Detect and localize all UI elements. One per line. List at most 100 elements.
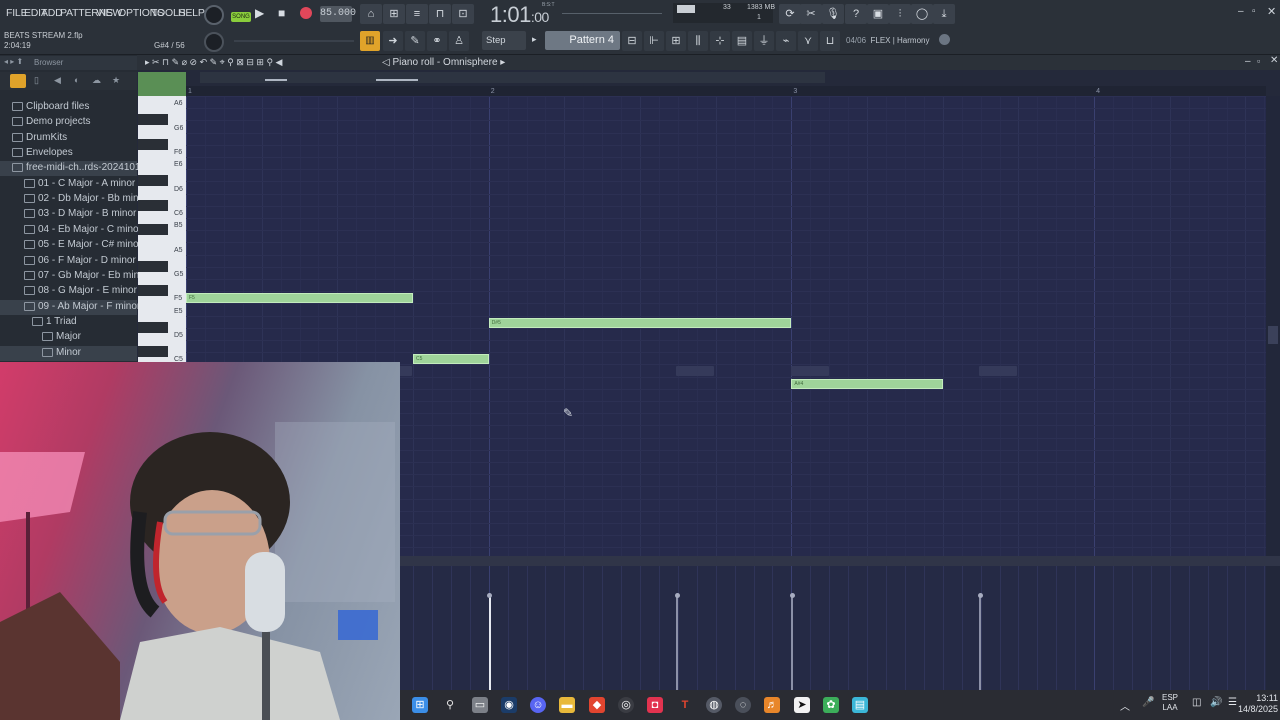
browser-star-icon[interactable]: ★ [112,75,120,86]
countdown-icon[interactable]: ≡ [406,4,428,24]
bird-icon[interactable]: ⋎ [798,31,818,51]
browser-item[interactable]: 04 - Eb Major - C minor [0,223,142,238]
brush-icon[interactable]: ✎ [405,31,425,51]
velocity-handle[interactable] [789,592,795,598]
velocity-handle[interactable] [674,592,680,598]
browser-item[interactable]: Demo projects [0,115,137,130]
save-icon[interactable]: ▣ [867,4,889,24]
song-mode-toggle[interactable]: SONG [231,12,251,22]
mixer-icon[interactable]: ⫶ [889,4,911,24]
microphone-icon[interactable]: 🎙 [822,4,844,24]
network-icon[interactable]: ◫ [1192,697,1201,708]
notification-icon[interactable]: ☰ [1228,697,1237,708]
master-pitch-knob[interactable] [204,32,224,52]
discord-icon[interactable]: ☺ [530,697,546,713]
volume-icon[interactable]: 🔊 [1210,697,1222,708]
channel-rack-icon[interactable]: ⊟ [622,31,642,51]
playlist-icon[interactable]: ⊩ [644,31,664,51]
piano-roll-toggle-icon[interactable]: ▥ [360,31,380,51]
piano-roll-close-icon[interactable]: ✕ [1270,55,1278,66]
velocity-bar[interactable] [676,595,679,690]
piano-roll-maximize-icon[interactable]: ▫ [1257,56,1260,66]
browser-cloud-icon[interactable]: ☁ [92,75,101,86]
chat-icon[interactable]: ◯ [911,4,933,24]
step-edit-icon[interactable]: ⊓ [429,4,451,24]
minimize-icon[interactable]: – [1238,6,1244,17]
browser-item[interactable]: 05 - E Major - C# minor [0,238,142,253]
menu-help[interactable]: HELP [178,7,205,19]
browser-item[interactable]: 03 - D Major - B minor [0,207,137,222]
app-circle-icon[interactable]: ◌ [735,697,751,713]
paint-app-icon[interactable]: ✿ [823,697,839,713]
blend-notes-icon[interactable]: ⊡ [452,4,474,24]
metronome-icon[interactable]: ⌂ [360,4,382,24]
download-icon[interactable]: ⤓ [933,4,955,24]
chrome-icon[interactable]: ◎ [618,697,634,713]
browser-item[interactable]: Major [0,330,137,345]
tray-chevron-icon[interactable]: ︿ [1120,698,1130,713]
app-red-icon[interactable]: ◘ [647,697,663,713]
black-key[interactable] [138,175,168,187]
tray-mic-icon[interactable]: 🎤 [1142,697,1154,708]
browser-item[interactable]: Minor [0,345,137,361]
event-scrollbar[interactable] [1266,566,1280,690]
black-key[interactable] [138,199,168,211]
browser-item[interactable]: 02 - Db Major - Bb minor [0,192,147,207]
piano-roll-tools-icon[interactable]: ▸ ✂ ⊓ ✎ ⌀ ⊘ ↶ ✎ ⌖ ⚲ ⊠ ⊟ ⊞ ⚲ ◀ [145,57,282,68]
plug-icon[interactable]: ⏚ [754,31,774,51]
midi-note[interactable]: C5 [413,354,489,365]
close-icon[interactable]: ✕ [1267,5,1276,18]
browser-item[interactable]: 1 Triad [0,315,137,330]
piano-keyboard[interactable]: A6 G6 F6 E6 D6 C6 B5 A5 G5 F5 E5 D5 C5 [138,96,186,362]
master-volume-knob[interactable] [204,5,224,25]
horizontal-scrollbar[interactable] [200,72,825,83]
timeline-ruler[interactable] [186,86,1266,96]
browser-item[interactable]: 09 - Ab Major - F minor [0,299,140,315]
tempo-display[interactable]: 85.000 [320,6,356,22]
mixer-view-icon[interactable]: ⫼ [688,31,708,51]
browser-item[interactable]: free-midi-ch..rds-20241011 [0,161,145,177]
snap-step-select[interactable]: Step [482,31,526,50]
time-display[interactable]: 1:01:00 [490,2,549,28]
online-status-icon[interactable] [939,34,950,45]
cart-icon[interactable]: ⊔ [820,31,840,51]
browser-refresh-icon[interactable]: ◐ [74,75,79,85]
midi-note[interactable]: A#4 [791,378,943,389]
app-gray-icon[interactable]: ◍ [706,697,722,713]
cut-icon[interactable]: ✂ [800,4,822,24]
brave-browser-icon[interactable]: ◆ [589,697,605,713]
piano-icon[interactable]: ⊞ [666,31,686,51]
steam-icon[interactable]: ◉ [501,697,517,713]
vertical-scrollbar-thumb[interactable] [1268,326,1278,344]
task-view-icon[interactable]: ▭ [472,697,488,713]
browser-item[interactable]: 01 - C Major - A minor [0,177,137,192]
browser-item[interactable]: 06 - F Major - D minor [0,254,137,269]
browser-item[interactable]: DrumKits [0,131,137,146]
undo-history-icon[interactable]: ⟳ [779,4,801,24]
brush-tool-icon[interactable]: ⌁ [776,31,796,51]
notepad-icon[interactable]: ▤ [852,697,868,713]
browser-item[interactable]: 07 - Gb Major - Eb minor [0,269,148,284]
link-icon[interactable]: ⚭ [427,31,447,51]
velocity-handle[interactable] [487,592,493,598]
fl-studio-icon[interactable]: ♬ [764,697,780,713]
search-icon[interactable]: ⚲ [442,697,458,713]
help-icon[interactable]: ? [845,4,867,24]
stop-icon[interactable]: ■ [278,6,285,20]
midi-note[interactable]: F5 [186,293,414,304]
wait-input-icon[interactable]: ⊞ [383,4,405,24]
velocity-editor[interactable] [400,566,1266,690]
pattern-select[interactable]: Pattern 4 [545,31,620,50]
browser-item[interactable]: Clipboard files [0,100,137,115]
stamp-icon[interactable]: ♙ [449,31,469,51]
clipboard-icon[interactable]: ▤ [732,31,752,51]
main-slider[interactable] [234,40,354,42]
black-key[interactable] [138,114,168,126]
cursor-app-icon[interactable]: ➤ [794,697,810,713]
midi-note[interactable]: D#5 [488,317,792,328]
browser-back-icon[interactable]: ◀ [54,75,61,86]
sequencer-icon[interactable]: ⊹ [710,31,730,51]
black-key[interactable] [138,224,168,236]
black-key[interactable] [138,260,168,272]
browser-all-icon[interactable] [10,74,26,88]
